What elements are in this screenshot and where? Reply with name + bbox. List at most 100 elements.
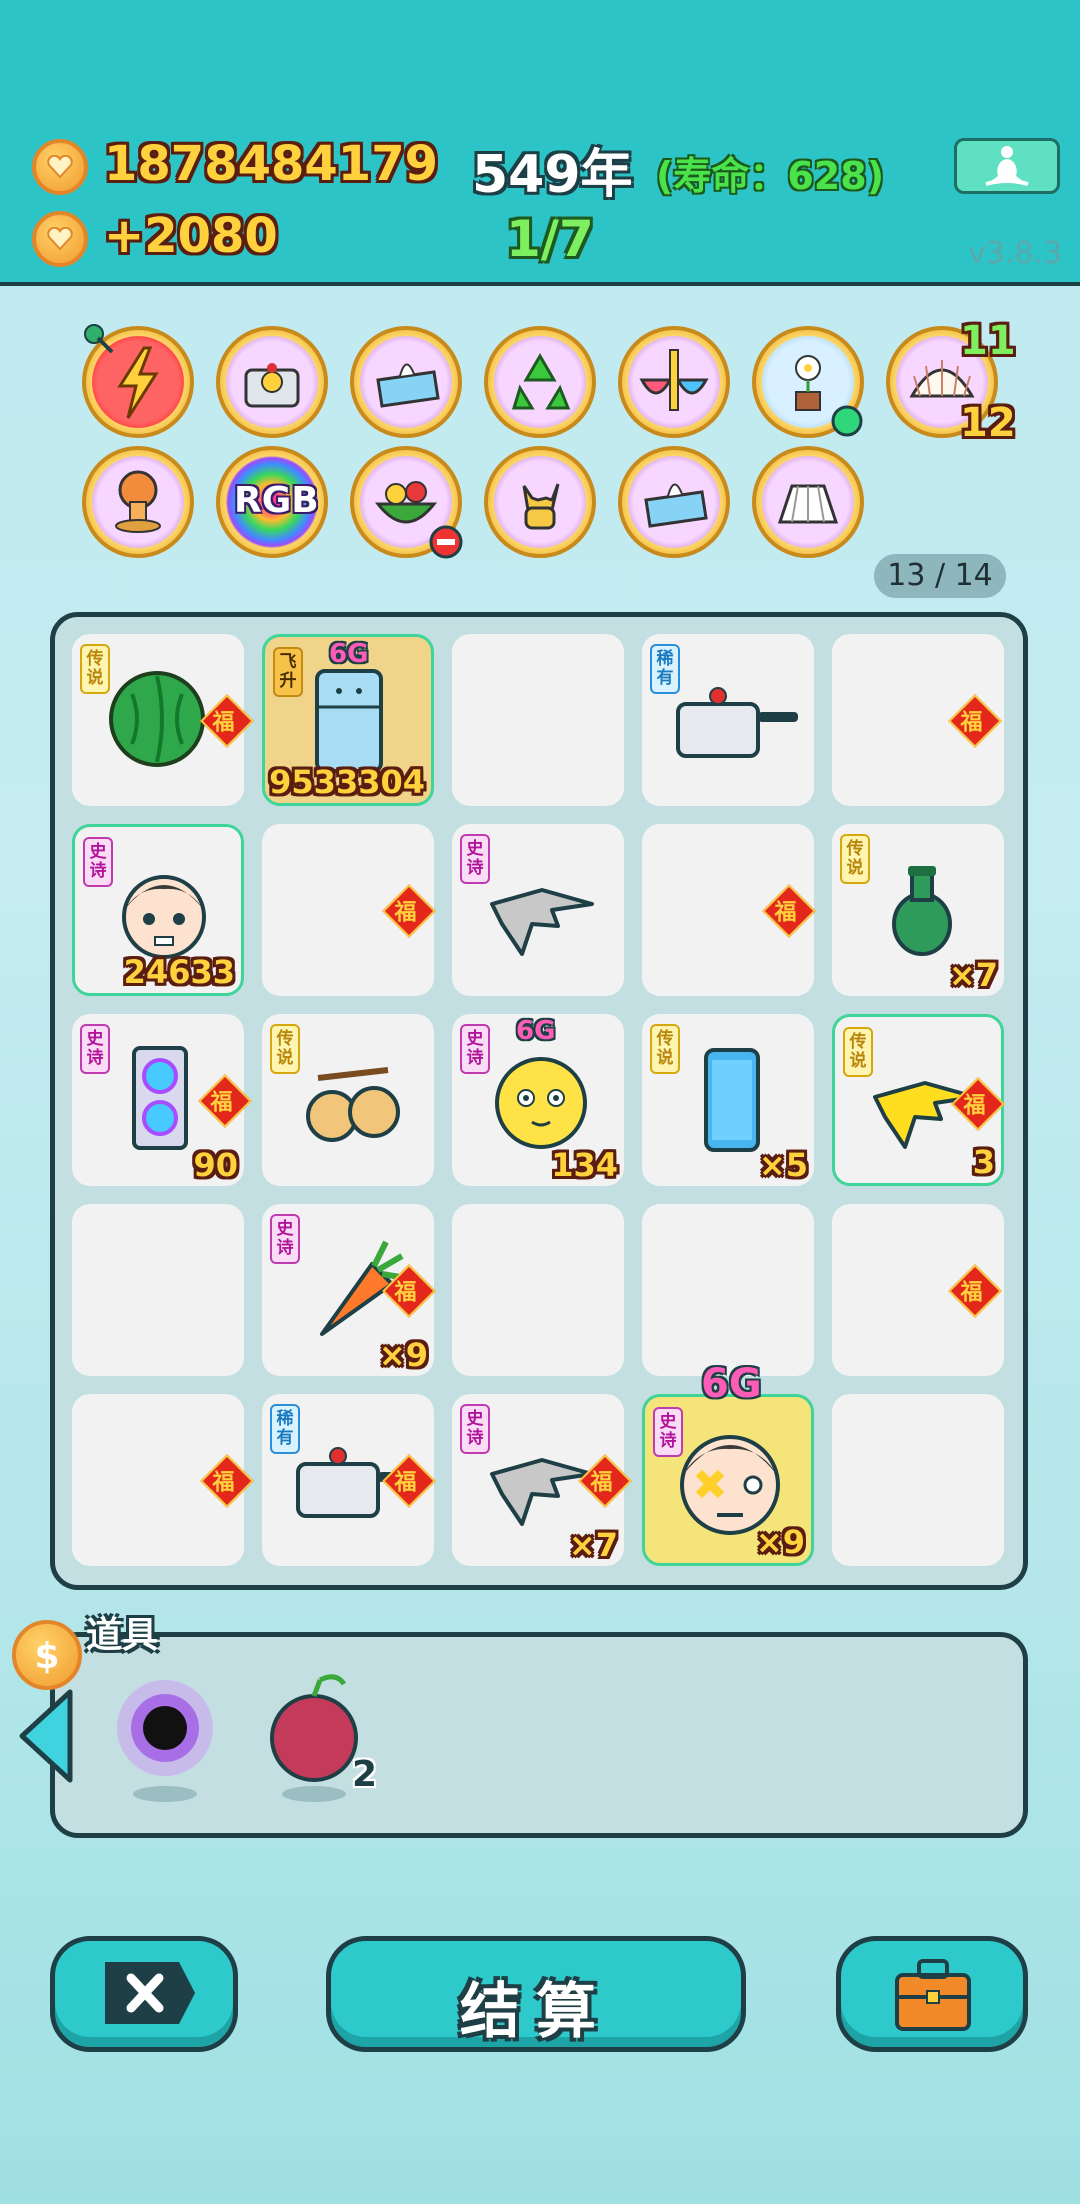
board-cell-empty[interactable] — [72, 1204, 244, 1376]
board-cell[interactable]: 稀有 — [642, 634, 814, 806]
tool-item-black-hole[interactable] — [110, 1666, 220, 1806]
item-count: ×7 — [948, 956, 998, 994]
tissue-box-relic-icon[interactable] — [350, 326, 462, 438]
board-cell[interactable]: 史诗 24633 — [72, 824, 244, 996]
item-count: 9533304 — [269, 763, 425, 801]
man-face-icon — [122, 875, 206, 959]
jade-vase-icon — [892, 866, 952, 956]
pointing-hand-gray-icon — [490, 888, 594, 956]
fortune-badge-icon: 福 — [198, 1074, 252, 1128]
item-count: 90 — [193, 1146, 238, 1184]
item-count: ×9 — [755, 1523, 805, 1561]
rock-hand-relic-icon[interactable] — [484, 446, 596, 558]
mushroom-cloud-relic-icon[interactable] — [82, 446, 194, 558]
tissue-box-relic-icon-2[interactable] — [618, 446, 730, 558]
rarity-tag: 传说 — [270, 1024, 300, 1074]
board-cell[interactable]: 福 — [832, 634, 1004, 806]
item-count: ×7 — [568, 1526, 618, 1564]
board-cell[interactable]: 史诗 福 90 — [72, 1014, 252, 1186]
fortune-badge-icon: 福 — [200, 1454, 254, 1508]
year-counter: 549年 — [472, 145, 633, 205]
fortune-badge-icon: 福 — [762, 884, 816, 938]
stage-progress: 1/7 — [506, 210, 594, 268]
remove-badge-icon[interactable] — [428, 524, 464, 560]
item-board: 传说 福 飞升 6G 9533304 稀有 福 史诗 24633 福 史诗 福 … — [50, 612, 1028, 1590]
board-cell[interactable]: 福 — [72, 1394, 254, 1566]
rarity-tag: 传说 — [650, 1024, 680, 1074]
inventory-button[interactable] — [836, 1936, 1028, 2052]
top-status-bar: 1878484179 +2080 549年 (寿命：628) 1/7 v3.8.… — [0, 0, 1080, 286]
longan-icon — [306, 1067, 400, 1142]
version-label: v3.8.3 — [968, 236, 1063, 271]
board-cell[interactable]: 飞升 6G 9533304 — [262, 634, 434, 806]
shop-coin-button[interactable]: $ — [12, 1620, 82, 1690]
item-count: 24633 — [123, 953, 235, 991]
rarity-tag: 史诗 — [80, 1024, 110, 1074]
board-cell[interactable]: 史诗 — [452, 824, 624, 996]
shell-top-count: 11 — [960, 318, 1016, 364]
close-icon — [105, 1962, 195, 2024]
settle-button[interactable]: 结算 — [326, 1936, 746, 2052]
tag-6g: 6G — [701, 1361, 762, 1407]
recycle-relic-icon[interactable] — [484, 326, 596, 438]
board-cell[interactable]: 福 — [262, 824, 436, 996]
tag-6g: 6G — [329, 639, 369, 669]
board-cell[interactable]: 传说 福 3 — [832, 1014, 1005, 1186]
fridge-icon — [315, 669, 383, 773]
board-cell[interactable]: 福 — [832, 1204, 1004, 1376]
meditation-icon — [985, 146, 1029, 186]
collapse-arrow-icon[interactable] — [16, 1686, 76, 1786]
bowls-relic-icon[interactable] — [618, 326, 730, 438]
gold-amount: 1878484179 — [104, 136, 438, 192]
rgb-label: RGB — [234, 480, 319, 521]
tag-6g: 6G — [516, 1016, 556, 1046]
fortune-badge-icon: 福 — [382, 884, 436, 938]
fortune-badge-icon: 福 — [948, 694, 1002, 748]
tool-item-lychee[interactable]: 2 — [262, 1666, 382, 1806]
skirt-relic-icon[interactable] — [752, 446, 864, 558]
graphics-card-icon — [132, 1046, 188, 1150]
black-hole-icon — [117, 1680, 213, 1802]
board-cell[interactable]: 传说 ×7 — [832, 824, 1004, 996]
income-amount: +2080 — [104, 208, 278, 264]
board-cell[interactable]: 史诗 福 ×9 — [262, 1204, 436, 1376]
rarity-tag: 飞升 — [273, 647, 303, 697]
rarity-tag: 史诗 — [270, 1214, 300, 1264]
board-cell[interactable]: 传说 — [262, 1014, 434, 1186]
gold-coin-icon — [32, 139, 88, 195]
phone-icon — [704, 1048, 760, 1152]
fortune-badge-icon: 福 — [948, 1264, 1002, 1318]
income-coin-icon — [32, 211, 88, 267]
board-cell[interactable]: 史诗 福 ×7 — [452, 1394, 632, 1566]
pin-icon — [84, 324, 114, 354]
chick-face-icon — [495, 1057, 587, 1149]
lifespan-label: (寿命：628) — [656, 154, 885, 198]
board-cell-empty[interactable] — [452, 1204, 624, 1376]
board-cell[interactable]: 福 — [642, 824, 816, 996]
lychee-count: 2 — [352, 1754, 378, 1795]
item-count: ×9 — [378, 1336, 428, 1374]
board-cell[interactable]: 史诗 6G 134 — [452, 1014, 624, 1186]
new-badge-icon — [831, 405, 863, 437]
board-cell[interactable]: 稀有 福 — [262, 1394, 436, 1566]
rgb-relic-icon[interactable]: RGB — [216, 446, 328, 558]
cancel-button[interactable] — [50, 1936, 238, 2052]
watermelon-icon — [109, 671, 205, 767]
tools-title: 道具 — [86, 1615, 159, 1656]
shell-bottom-count: 12 — [960, 400, 1016, 446]
board-cell-empty[interactable] — [642, 1204, 814, 1376]
board-cell[interactable]: 史诗 ×9 — [642, 1394, 814, 1566]
rarity-tag: 传说 — [840, 834, 870, 884]
board-cell-empty[interactable] — [832, 1394, 1004, 1566]
pressure-cooker-icon — [676, 687, 798, 758]
item-count: ×5 — [758, 1146, 808, 1184]
meditate-button[interactable] — [954, 138, 1060, 194]
pot-duck-relic-icon[interactable] — [216, 326, 328, 438]
board-cell[interactable]: 传说 福 — [72, 634, 254, 806]
dollar-icon: $ — [34, 1636, 60, 1677]
board-cell[interactable]: 传说 ×5 — [642, 1014, 814, 1186]
briefcase-icon — [895, 1959, 971, 2031]
board-cell-empty[interactable] — [452, 634, 624, 806]
relic-page-indicator: 13 / 14 — [874, 554, 1006, 598]
dizzy-man-face-icon — [680, 1435, 780, 1535]
